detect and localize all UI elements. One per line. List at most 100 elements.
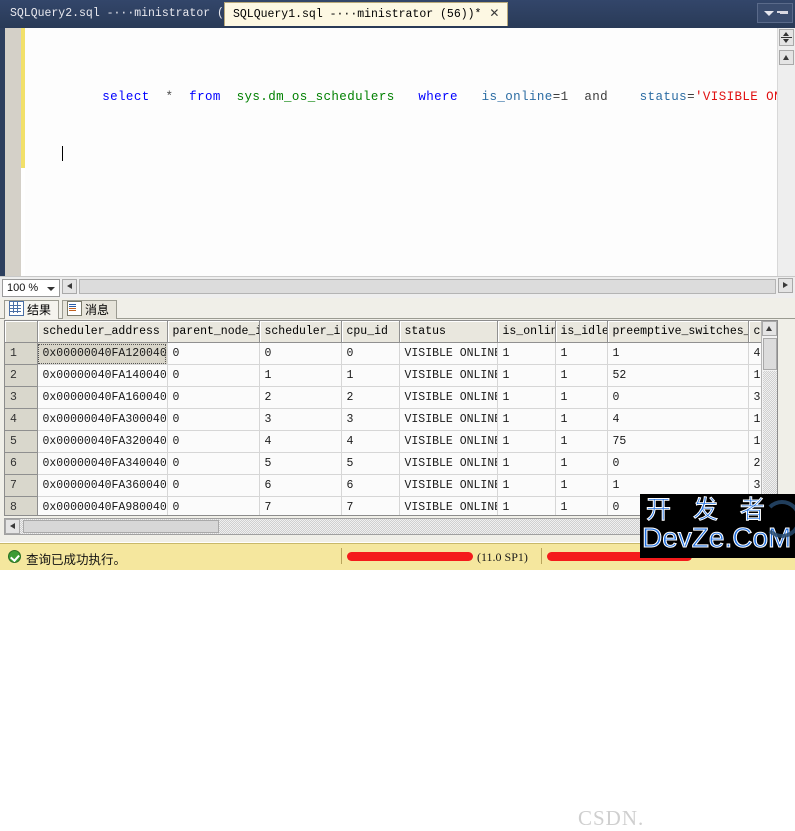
cell-parent-node-id[interactable]: 0 <box>167 474 260 497</box>
cell-status[interactable]: VISIBLE ONLINE <box>399 496 498 515</box>
row-number[interactable]: 5 <box>5 430 38 453</box>
grid-hscroll-thumb[interactable] <box>23 520 219 533</box>
results-grid-viewport[interactable]: scheduler_address parent_node_id schedul… <box>5 321 762 515</box>
column-header-parent-node-id[interactable]: parent_node_id <box>167 321 260 343</box>
cell-status[interactable]: VISIBLE ONLINE <box>399 430 498 453</box>
editor-horizontal-scrollbar[interactable] <box>62 278 777 297</box>
cell-preemptive-switches-count[interactable]: 0 <box>607 386 749 409</box>
table-row[interactable]: 1 0x00000040FA120040 0 0 0 VISIBLE ONLIN… <box>5 342 762 365</box>
cell-cpu-id[interactable]: 7 <box>341 496 400 515</box>
cell-is-idle[interactable]: 1 <box>555 496 608 515</box>
cell-parent-node-id[interactable]: 0 <box>167 496 260 515</box>
cell-scheduler-id[interactable]: 6 <box>259 474 342 497</box>
cell-status[interactable]: VISIBLE ONLINE <box>399 474 498 497</box>
cell-context-switches-count[interactable]: 11 <box>748 408 762 431</box>
cell-parent-node-id[interactable]: 0 <box>167 386 260 409</box>
sql-editor[interactable]: select * from sys.dm_os_schedulers where… <box>0 28 795 276</box>
cell-status[interactable]: VISIBLE ONLINE <box>399 452 498 475</box>
chevron-down-icon[interactable] <box>764 11 774 16</box>
cell-preemptive-switches-count[interactable]: 52 <box>607 364 749 387</box>
cell-context-switches-count[interactable]: 107 <box>748 364 762 387</box>
row-number[interactable]: 7 <box>5 474 38 497</box>
column-header-cpu-id[interactable]: cpu_id <box>341 321 400 343</box>
tab-messages[interactable]: 消息 <box>62 300 118 319</box>
cell-is-online[interactable]: 1 <box>497 342 556 365</box>
zoom-level-combo[interactable]: 100 % <box>2 279 60 297</box>
cell-preemptive-switches-count[interactable]: 0 <box>607 452 749 475</box>
cell-cpu-id[interactable]: 6 <box>341 474 400 497</box>
cell-is-idle[interactable]: 1 <box>555 430 608 453</box>
cell-scheduler-address[interactable]: 0x00000040FA320040 <box>37 430 168 453</box>
grid-vscroll-thumb[interactable] <box>763 338 777 370</box>
row-number[interactable]: 6 <box>5 452 38 475</box>
cell-scheduler-address[interactable]: 0x00000040FA980040 <box>37 496 168 515</box>
table-row[interactable]: 4 0x00000040FA300040 0 3 3 VISIBLE ONLIN… <box>5 408 762 431</box>
tab-results[interactable]: 结果 <box>4 300 60 319</box>
cell-cpu-id[interactable]: 2 <box>341 386 400 409</box>
cell-is-online[interactable]: 1 <box>497 496 556 515</box>
editor-scroll-left-button[interactable] <box>62 279 77 294</box>
editor-text-area[interactable]: select * from sys.dm_os_schedulers where… <box>25 28 777 276</box>
column-header-is-online[interactable]: is_online <box>497 321 556 343</box>
column-header-is-idle[interactable]: is_idle <box>555 321 608 343</box>
tab-overflow-menu[interactable] <box>757 3 793 23</box>
select-all-corner[interactable] <box>5 321 38 343</box>
cell-parent-node-id[interactable]: 0 <box>167 364 260 387</box>
column-header-preemptive-switches-count[interactable]: preemptive_switches_count <box>607 321 749 343</box>
cell-status[interactable]: VISIBLE ONLINE <box>399 342 498 365</box>
grid-horizontal-scrollbar[interactable] <box>4 518 778 535</box>
cell-scheduler-id[interactable]: 0 <box>259 342 342 365</box>
column-header-scheduler-id[interactable]: scheduler_id <box>259 321 342 343</box>
cell-scheduler-address[interactable]: 0x00000040FA340040 <box>37 452 168 475</box>
table-row[interactable]: 6 0x00000040FA340040 0 5 5 VISIBLE ONLIN… <box>5 452 762 475</box>
grid-vscroll-track[interactable] <box>763 371 777 515</box>
editor-vertical-scrollbar[interactable] <box>777 28 795 276</box>
cell-preemptive-switches-count[interactable]: 4 <box>607 408 749 431</box>
table-row[interactable]: 5 0x00000040FA320040 0 4 4 VISIBLE ONLIN… <box>5 430 762 453</box>
row-number[interactable]: 3 <box>5 386 38 409</box>
cell-preemptive-switches-count[interactable]: 1 <box>607 342 749 365</box>
row-number[interactable]: 2 <box>5 364 38 387</box>
cell-is-idle[interactable]: 1 <box>555 342 608 365</box>
table-row[interactable]: 2 0x00000040FA140040 0 1 1 VISIBLE ONLIN… <box>5 364 762 387</box>
cell-preemptive-switches-count[interactable]: 1 <box>607 474 749 497</box>
cell-parent-node-id[interactable]: 0 <box>167 342 260 365</box>
window-list-icon[interactable] <box>777 8 788 19</box>
cell-scheduler-address[interactable]: 0x00000040FA300040 <box>37 408 168 431</box>
editor-hscroll-thumb[interactable] <box>79 279 776 294</box>
cell-is-idle[interactable]: 1 <box>555 364 608 387</box>
cell-scheduler-address[interactable]: 0x00000040FA120040 <box>37 342 168 365</box>
cell-preemptive-switches-count[interactable]: 0 <box>607 496 749 515</box>
column-header-context-switches-count[interactable]: cont <box>748 321 762 343</box>
results-grid[interactable]: scheduler_address parent_node_id schedul… <box>4 320 778 516</box>
table-row[interactable]: 8 0x00000040FA980040 0 7 7 VISIBLE ONLIN… <box>5 496 762 515</box>
table-row[interactable]: 3 0x00000040FA160040 0 2 2 VISIBLE ONLIN… <box>5 386 762 409</box>
cell-is-online[interactable]: 1 <box>497 452 556 475</box>
grid-vertical-scrollbar[interactable] <box>761 321 777 515</box>
cell-context-switches-count[interactable]: 2 <box>748 452 762 475</box>
row-number[interactable]: 8 <box>5 496 38 515</box>
column-header-scheduler-address[interactable]: scheduler_address <box>37 321 168 343</box>
cell-context-switches-count[interactable]: 3 <box>748 474 762 497</box>
cell-is-online[interactable]: 1 <box>497 364 556 387</box>
cell-is-online[interactable]: 1 <box>497 408 556 431</box>
cell-scheduler-id[interactable]: 3 <box>259 408 342 431</box>
cell-parent-node-id[interactable]: 0 <box>167 452 260 475</box>
cell-cpu-id[interactable]: 0 <box>341 342 400 365</box>
cell-is-online[interactable]: 1 <box>497 430 556 453</box>
cell-status[interactable]: VISIBLE ONLINE <box>399 364 498 387</box>
cell-status[interactable]: VISIBLE ONLINE <box>399 386 498 409</box>
cell-context-switches-count[interactable]: 3 <box>748 386 762 409</box>
column-header-status[interactable]: status <box>399 321 498 343</box>
cell-is-idle[interactable]: 1 <box>555 408 608 431</box>
cell-parent-node-id[interactable]: 0 <box>167 430 260 453</box>
cell-is-online[interactable]: 1 <box>497 474 556 497</box>
row-number[interactable]: 4 <box>5 408 38 431</box>
cell-cpu-id[interactable]: 5 <box>341 452 400 475</box>
cell-status[interactable]: VISIBLE ONLINE <box>399 408 498 431</box>
cell-preemptive-switches-count[interactable]: 75 <box>607 430 749 453</box>
cell-cpu-id[interactable]: 1 <box>341 364 400 387</box>
cell-scheduler-id[interactable]: 1 <box>259 364 342 387</box>
cell-scheduler-id[interactable]: 2 <box>259 386 342 409</box>
cell-scheduler-address[interactable]: 0x00000040FA360040 <box>37 474 168 497</box>
